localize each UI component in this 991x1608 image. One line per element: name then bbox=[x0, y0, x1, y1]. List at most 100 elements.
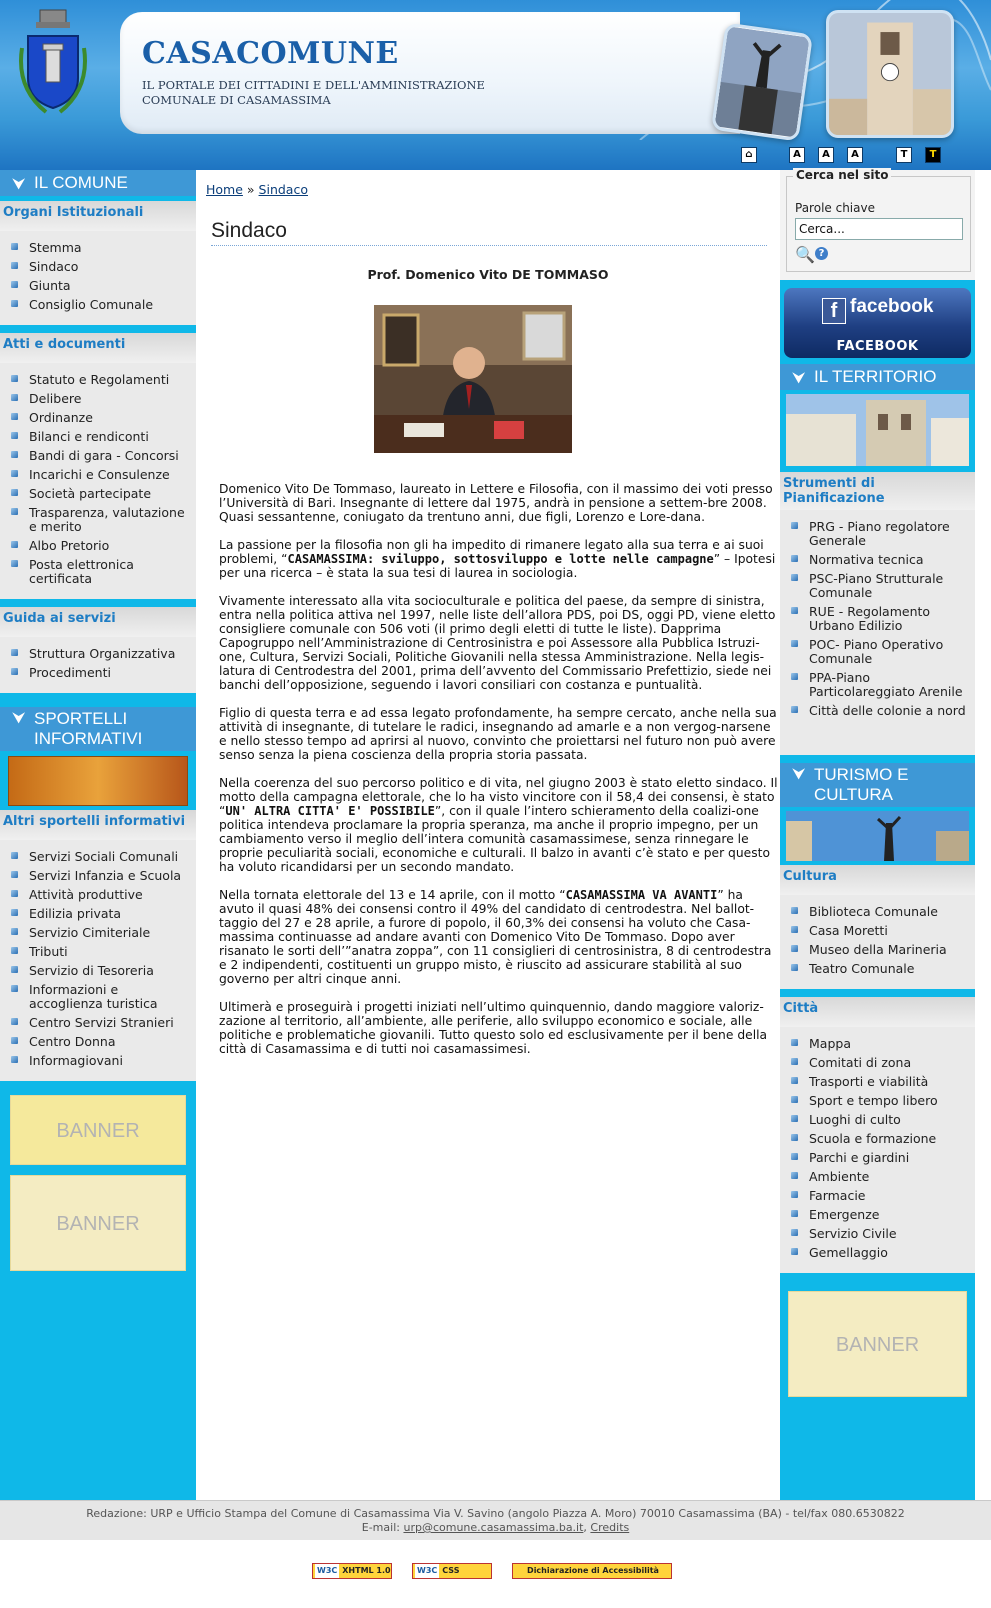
sidebar-item-colonie[interactable]: Città delle colonie a nord bbox=[780, 702, 975, 721]
footer-contact: E-mail: urp@comune.casamassima.ba.it, Cr… bbox=[361, 1521, 630, 1534]
facebook-wordmark: facebook bbox=[850, 296, 934, 317]
sidebar-item-turistica[interactable]: Informazioni e accoglienza turistica bbox=[0, 981, 196, 1014]
sidebar-item-societa[interactable]: Società partecipate bbox=[0, 485, 196, 504]
search-icon[interactable]: 🔍 bbox=[795, 245, 815, 264]
bullet-icon bbox=[11, 947, 18, 954]
sidebar-item-teatro[interactable]: Teatro Comunale bbox=[780, 960, 975, 979]
sidebar-item-comitati[interactable]: Comitati di zona bbox=[780, 1054, 975, 1073]
help-icon[interactable]: ? bbox=[815, 247, 828, 260]
banner[interactable]: BANNER bbox=[10, 1175, 186, 1271]
sidebar-item-trasporti[interactable]: Trasporti e viabilità bbox=[780, 1073, 975, 1092]
xhtml-badge[interactable]: W3C XHTML 1.0 bbox=[312, 1563, 392, 1579]
down-arrow-icon: ⮟ bbox=[792, 766, 806, 783]
bullet-icon bbox=[11, 432, 18, 439]
sidebar-item-tesoreria[interactable]: Servizio di Tesoreria bbox=[0, 962, 196, 981]
font-smaller-button[interactable]: A bbox=[789, 147, 805, 163]
sidebar-item-informagiovani[interactable]: Informagiovani bbox=[0, 1052, 196, 1071]
facebook-banner[interactable]: f facebook FACEBOOK bbox=[784, 288, 971, 358]
sidebar-item-struttura[interactable]: Struttura Organizzativa bbox=[0, 645, 196, 664]
sidebar-item-gemellaggio[interactable]: Gemellaggio bbox=[780, 1244, 975, 1263]
home-icon[interactable]: ⌂ bbox=[741, 147, 757, 163]
sidebar-item-poc[interactable]: POC- Piano Operativo Comunale bbox=[780, 636, 975, 669]
sidebar-item-delibere[interactable]: Delibere bbox=[0, 390, 196, 409]
sidebar-item-attivita-produttive[interactable]: Attività produttive bbox=[0, 886, 196, 905]
bullet-icon bbox=[11, 871, 18, 878]
banner[interactable]: BANNER bbox=[788, 1291, 967, 1397]
sidebar-item-scuola[interactable]: Scuola e formazione bbox=[780, 1130, 975, 1149]
sidebar-item-sindaco[interactable]: Sindaco bbox=[0, 258, 196, 277]
font-normal-button[interactable]: A bbox=[818, 147, 834, 163]
sidebar-item-ordinanze[interactable]: Ordinanze bbox=[0, 409, 196, 428]
sidebar-item-statuto[interactable]: Statuto e Regolamenti bbox=[0, 371, 196, 390]
bullet-icon bbox=[11, 394, 18, 401]
sportelli-heading-label: SPORTELLI bbox=[34, 709, 128, 728]
sidebar-item-rue[interactable]: RUE - Regolamento Urbano Edilizio bbox=[780, 603, 975, 636]
site-name[interactable]: CASACOMUNE bbox=[142, 36, 399, 71]
sidebar-item-infanzia-scuola[interactable]: Servizi Infanzia e Scuola bbox=[0, 867, 196, 886]
sidebar-item-museo[interactable]: Museo della Marineria bbox=[780, 941, 975, 960]
sidebar-item-sport[interactable]: Sport e tempo libero bbox=[780, 1092, 975, 1111]
statue-photo bbox=[710, 22, 814, 142]
sidebar-item-normativa[interactable]: Normativa tecnica bbox=[780, 551, 975, 570]
sidebar-item-cimiteriale[interactable]: Servizio Cimiteriale bbox=[0, 924, 196, 943]
sidebar-item-giunta[interactable]: Giunta bbox=[0, 277, 196, 296]
sidebar-item-psc[interactable]: PSC-Piano Strutturale Comunale bbox=[780, 570, 975, 603]
sidebar-item-emergenze[interactable]: Emergenze bbox=[780, 1206, 975, 1225]
footer-email-link[interactable]: urp@comune.casamassima.ba.it bbox=[403, 1521, 583, 1534]
breadcrumb-current-link[interactable]: Sindaco bbox=[259, 182, 308, 197]
font-larger-button[interactable]: A bbox=[847, 147, 863, 163]
sidebar-item-procedimenti[interactable]: Procedimenti bbox=[0, 664, 196, 683]
title-panel: CASACOMUNE Il portale dei cittadini e de… bbox=[120, 12, 740, 134]
atti-documenti-title: Atti e documenti bbox=[0, 333, 196, 363]
article-paragraph: Figlio di questa terra e ad essa legato … bbox=[219, 706, 777, 762]
sidebar-item-stemma[interactable]: Stemma bbox=[0, 239, 196, 258]
sidebar-item-bilanci[interactable]: Bilanci e rendiconti bbox=[0, 428, 196, 447]
accessibility-toolbar: ⌂ A A A T T bbox=[0, 147, 991, 167]
sidebar-item-tributi[interactable]: Tributi bbox=[0, 943, 196, 962]
sidebar-item-parchi[interactable]: Parchi e giardini bbox=[780, 1149, 975, 1168]
site-subtitle: Comunale di Casamassima bbox=[142, 93, 331, 107]
search-input[interactable] bbox=[795, 218, 963, 240]
mayor-photo bbox=[374, 305, 572, 453]
breadcrumb-home-link[interactable]: Home bbox=[206, 182, 243, 197]
sidebar-item-culto[interactable]: Luoghi di culto bbox=[780, 1111, 975, 1130]
bullet-icon bbox=[791, 964, 798, 971]
turismo-heading-label: TURISMO E bbox=[814, 765, 909, 784]
sidebar-item-servizio-civile[interactable]: Servizio Civile bbox=[780, 1225, 975, 1244]
sidebar-item-mappa[interactable]: Mappa bbox=[780, 1035, 975, 1054]
organi-istituzionali-box: Organi Istituzionali Stemma Sindaco Giun… bbox=[0, 201, 196, 325]
sidebar-item-bandi[interactable]: Bandi di gara - Concorsi bbox=[0, 447, 196, 466]
sidebar-item-casa-moretti[interactable]: Casa Moretti bbox=[780, 922, 975, 941]
sidebar-item-prg[interactable]: PRG - Piano regolatore Generale bbox=[780, 518, 975, 551]
left-sidebar: ⮟ IL COMUNE Organi Istituzionali Stemma … bbox=[0, 170, 196, 1500]
sidebar-item-trasparenza[interactable]: Trasparenza, valutazione e merito bbox=[0, 504, 196, 537]
bullet-icon bbox=[791, 706, 798, 713]
text-only-button[interactable]: T bbox=[896, 147, 912, 163]
css-badge[interactable]: W3C CSS bbox=[412, 1563, 492, 1579]
sidebar-item-stranieri[interactable]: Centro Servizi Stranieri bbox=[0, 1014, 196, 1033]
article-paragraph: Vivamente interessato alla vita sociocul… bbox=[219, 594, 776, 692]
footer-credits-link[interactable]: Credits bbox=[590, 1521, 629, 1534]
sidebar-item-biblioteca[interactable]: Biblioteca Comunale bbox=[780, 903, 975, 922]
sidebar-item-pec[interactable]: Posta elettronica certificata bbox=[0, 556, 196, 589]
bullet-icon bbox=[791, 1039, 798, 1046]
bullet-icon bbox=[11, 489, 18, 496]
bullet-icon bbox=[11, 375, 18, 382]
banner[interactable]: BANNER bbox=[10, 1095, 186, 1165]
sidebar-item-centro-donna[interactable]: Centro Donna bbox=[0, 1033, 196, 1052]
bullet-icon bbox=[791, 1229, 798, 1236]
bullet-icon bbox=[791, 607, 798, 614]
footer: Redazione: URP e Ufficio Stampa del Comu… bbox=[0, 1500, 991, 1540]
search-fieldset: Cerca nel sito Parole chiave 🔍 ? bbox=[786, 168, 971, 272]
sidebar-item-ambiente[interactable]: Ambiente bbox=[780, 1168, 975, 1187]
sidebar-item-ppa[interactable]: PPA-Piano Particolareggiato Arenile bbox=[780, 669, 975, 702]
sidebar-item-servizi-sociali[interactable]: Servizi Sociali Comunali bbox=[0, 848, 196, 867]
sidebar-item-albo-pretorio[interactable]: Albo Pretorio bbox=[0, 537, 196, 556]
accessibility-badge[interactable]: Dichiarazione di Accessibilità bbox=[512, 1563, 672, 1579]
sidebar-item-edilizia[interactable]: Edilizia privata bbox=[0, 905, 196, 924]
high-contrast-button[interactable]: T bbox=[925, 147, 941, 163]
sidebar-item-consiglio-comunale[interactable]: Consiglio Comunale bbox=[0, 296, 196, 315]
sidebar-item-farmacie[interactable]: Farmacie bbox=[780, 1187, 975, 1206]
article-paragraph: Nella tornata elettorale del 13 e 14 apr… bbox=[219, 888, 772, 986]
sidebar-item-incarichi[interactable]: Incarichi e Consulenze bbox=[0, 466, 196, 485]
